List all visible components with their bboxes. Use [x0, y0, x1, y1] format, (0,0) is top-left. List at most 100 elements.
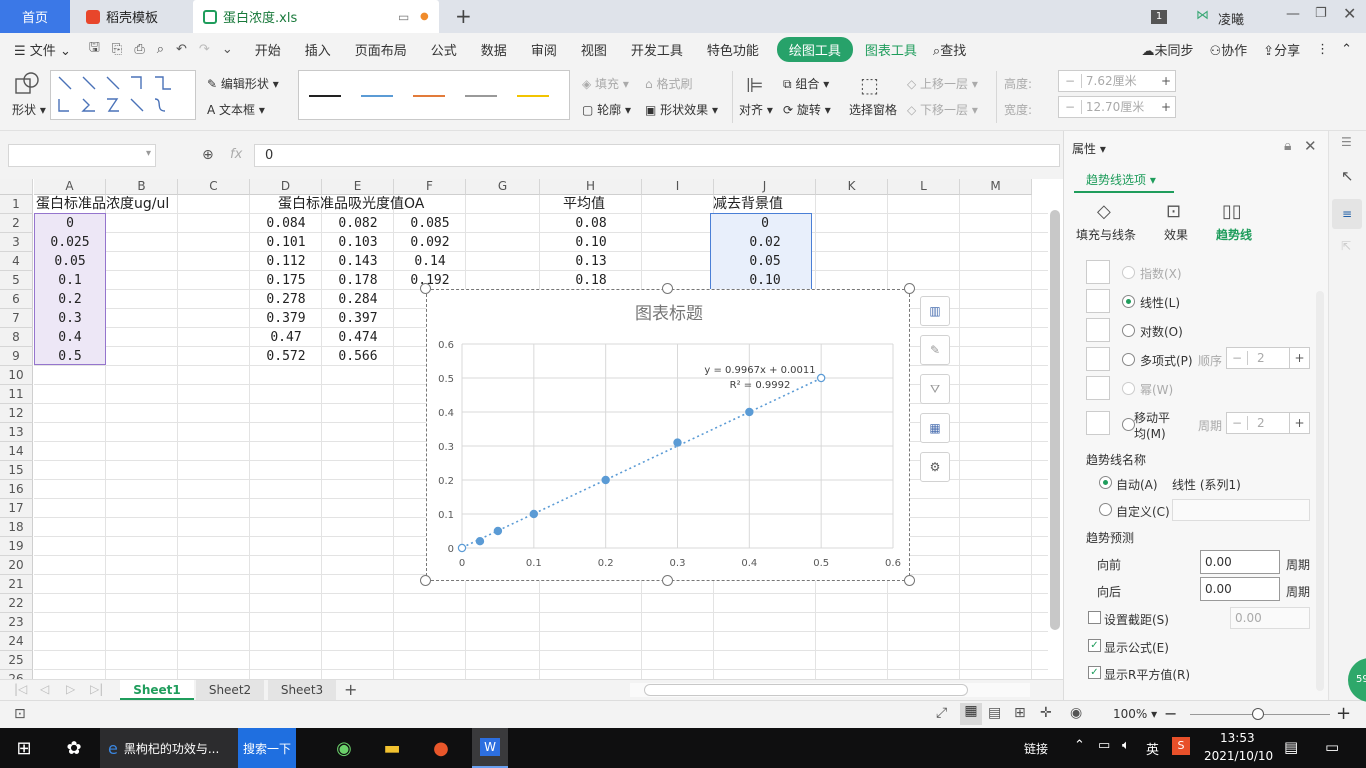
edit-shape-button[interactable]: ✎ 编辑形状 ▾	[207, 75, 279, 92]
rotate-button[interactable]: ⟳ 旋转 ▾	[783, 101, 831, 118]
select-cursor-icon[interactable]: ↖	[1341, 167, 1354, 185]
subtab-effect[interactable]: 效果	[1164, 226, 1188, 243]
cell-j1[interactable]: 减去背景值	[713, 195, 813, 214]
trendline-r2[interactable]: R² = 0.9992	[730, 380, 791, 391]
name-auto-radio[interactable]	[1099, 476, 1112, 489]
name-box-dropdown-icon[interactable]: ▾	[146, 148, 151, 159]
style-swatch-gray[interactable]	[465, 95, 497, 97]
sheet-tab-3[interactable]: Sheet3	[268, 680, 336, 700]
menu-chart-tools[interactable]: 图表工具	[853, 40, 929, 59]
cell-e2[interactable]: 0.082	[322, 214, 394, 233]
customize-icon[interactable]: ⌄	[216, 42, 243, 57]
sheet-tab-2[interactable]: Sheet2	[196, 680, 264, 700]
cell-h2[interactable]: 0.08	[540, 214, 642, 233]
trendline-options-tab[interactable]: 趋势线选项 ▾	[1074, 167, 1174, 193]
order-minus-icon[interactable]: −	[1227, 351, 1249, 365]
chart-filter-icon[interactable]: ⛛	[920, 374, 950, 404]
trend-poly-radio[interactable]	[1122, 353, 1135, 366]
row-header-23[interactable]: 23	[0, 613, 33, 632]
menu-file[interactable]: ☰ 文件 ⌄	[0, 40, 83, 59]
cell-d9[interactable]: 0.572	[250, 347, 322, 366]
cell-j4[interactable]: 0.05	[714, 252, 816, 271]
cell-h3[interactable]: 0.10	[540, 233, 642, 252]
cell-e7[interactable]: 0.397	[322, 309, 394, 328]
menu-insert[interactable]: 插入	[293, 40, 343, 59]
fill-button[interactable]: ◈ 填充 ▾	[582, 75, 629, 92]
minimize-icon[interactable]: —	[1286, 6, 1300, 22]
row-header-4[interactable]: 4	[0, 252, 33, 271]
reading-mode-icon[interactable]: ✛	[1040, 705, 1052, 721]
redo-icon[interactable]: ↷	[193, 42, 216, 57]
custom-name-input[interactable]	[1172, 499, 1310, 521]
trend-power-radio[interactable]	[1122, 382, 1135, 395]
user-name[interactable]: 凌曦	[1218, 9, 1244, 28]
column-header-j[interactable]: J	[714, 179, 816, 195]
browser-task[interactable]: e 黑枸杞的功效与...	[100, 728, 238, 768]
cell-e8[interactable]: 0.474	[322, 328, 394, 347]
cell-e3[interactable]: 0.103	[322, 233, 394, 252]
row-header-3[interactable]: 3	[0, 233, 33, 252]
outline-button[interactable]: ▢ 轮廓 ▾	[582, 101, 631, 118]
cell-a9[interactable]: 0.5	[34, 347, 106, 366]
trend-moving-avg-label[interactable]: 移动平均(M)	[1134, 410, 1174, 442]
column-header-i[interactable]: I	[642, 179, 714, 195]
next-sheet-icon[interactable]: ▷	[66, 682, 75, 696]
browser-360-icon[interactable]: ◉	[328, 728, 360, 768]
clock-date[interactable]: 2021/10/10	[1204, 749, 1273, 763]
share-pane-icon[interactable]: ⇱	[1341, 239, 1351, 253]
horizontal-scroll-thumb[interactable]	[644, 684, 968, 696]
undo-icon[interactable]: ↶	[170, 42, 193, 57]
row-header-7[interactable]: 7	[0, 309, 33, 328]
chart-settings-gear-icon[interactable]: ⚙	[920, 452, 950, 482]
column-header-g[interactable]: G	[466, 179, 540, 195]
shape-style-gallery[interactable]	[298, 70, 570, 120]
name-auto-label[interactable]: 自动(A)	[1116, 476, 1158, 493]
select-pane-button[interactable]: 选择窗格	[849, 101, 897, 118]
period-plus-icon[interactable]: +	[1289, 413, 1309, 433]
show-r2-label[interactable]: 显示R平方值(R)	[1104, 666, 1190, 683]
more-icon[interactable]: ⋮	[1308, 42, 1337, 57]
column-header-h[interactable]: H	[540, 179, 642, 195]
cell-a3[interactable]: 0.025	[34, 233, 106, 252]
save-icon[interactable]: 🖫	[83, 38, 106, 60]
data-point[interactable]	[457, 543, 467, 553]
menu-lines-icon[interactable]: ☰	[1341, 135, 1352, 149]
shape-button[interactable]: 形状 ▾	[12, 101, 46, 118]
shape-icon[interactable]	[14, 71, 40, 97]
export-icon[interactable]: ⎘	[106, 42, 128, 57]
width-stepper[interactable]: − 12.70厘米 +	[1058, 96, 1176, 118]
cell-f2[interactable]: 0.085	[394, 214, 466, 233]
order-plus-icon[interactable]: +	[1289, 348, 1309, 368]
menu-start[interactable]: 开始	[243, 40, 293, 59]
show-equation-checkbox[interactable]: ✓	[1088, 639, 1101, 652]
select-all-corner[interactable]	[0, 179, 33, 195]
send-backward-button[interactable]: ◇ 下移一层 ▾	[907, 101, 978, 118]
menu-draw-tools[interactable]: 绘图工具	[776, 36, 853, 62]
align-icon[interactable]: ⊫	[746, 73, 763, 97]
trendline[interactable]	[461, 377, 822, 549]
style-swatch-black[interactable]	[309, 95, 341, 97]
resize-handle-top[interactable]	[662, 283, 673, 294]
show-r2-checkbox[interactable]: ✓	[1088, 666, 1101, 679]
menu-page-layout[interactable]: 页面布局	[343, 40, 419, 59]
tray-expand-icon[interactable]: ⌃	[1074, 738, 1085, 753]
style-swatch-yellow[interactable]	[517, 95, 549, 97]
select-pane-icon[interactable]: ⬚	[860, 73, 879, 97]
battery-icon[interactable]: ▭	[1098, 738, 1110, 753]
cell-d8[interactable]: 0.47	[250, 328, 322, 347]
cell-e5[interactable]: 0.178	[322, 271, 394, 290]
menu-features[interactable]: 特色功能	[695, 40, 771, 59]
cell-j2[interactable]: 0	[714, 214, 816, 233]
width-minus-icon[interactable]: −	[1059, 100, 1083, 114]
cell-d2[interactable]: 0.084	[250, 214, 322, 233]
name-box[interactable]: ▾	[8, 144, 156, 167]
style-swatch-blue[interactable]	[361, 95, 393, 97]
cell-h5[interactable]: 0.18	[540, 271, 642, 290]
preview-icon[interactable]: ⌕	[151, 42, 170, 57]
cell-e6[interactable]: 0.284	[322, 290, 394, 309]
ime-indicator[interactable]: 英	[1146, 739, 1159, 758]
cell-h4[interactable]: 0.13	[540, 252, 642, 271]
row-header-11[interactable]: 11	[0, 385, 33, 404]
chart-title[interactable]: 图表标题	[635, 304, 703, 324]
last-sheet-icon[interactable]: ▷|	[90, 682, 103, 696]
